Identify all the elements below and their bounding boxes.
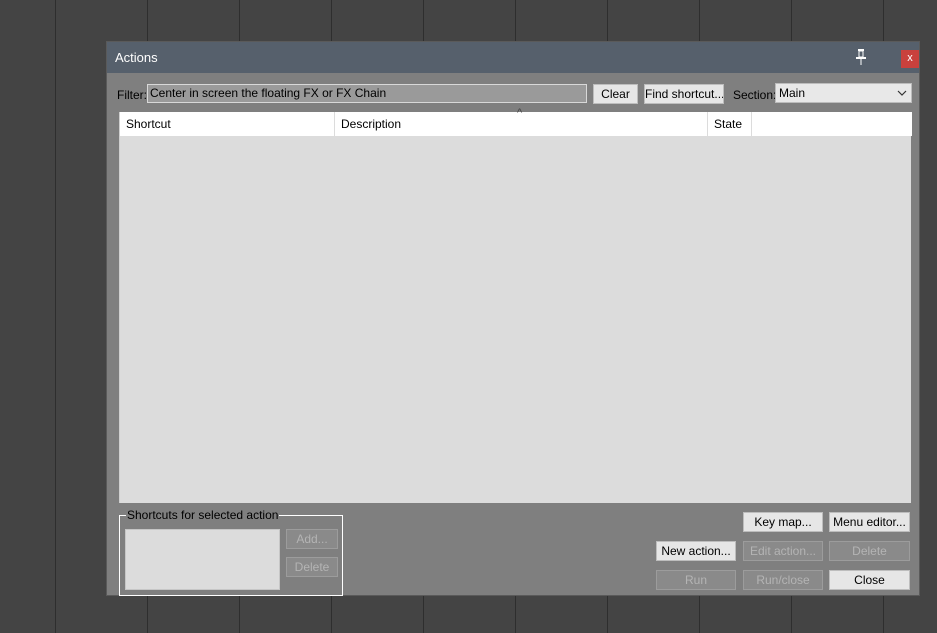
section-select[interactable]: Main: [775, 83, 912, 103]
add-shortcut-button[interactable]: Add...: [286, 529, 338, 549]
section-label: Section:: [733, 88, 777, 102]
column-header-shortcut[interactable]: Shortcut: [120, 112, 335, 136]
chevron-down-icon: [897, 85, 907, 106]
section-value: Main: [779, 86, 806, 100]
column-header-extra[interactable]: [752, 112, 912, 136]
filter-label: Filter:: [117, 88, 147, 102]
sort-indicator-icon: ^: [517, 107, 523, 119]
background-grid-line: [55, 0, 56, 633]
run-close-button[interactable]: Run/close: [743, 570, 823, 590]
column-header-state[interactable]: State: [708, 112, 752, 136]
close-button[interactable]: Close: [829, 570, 910, 590]
edit-action-button[interactable]: Edit action...: [743, 541, 823, 561]
window-title: Actions: [115, 50, 158, 65]
pin-icon[interactable]: [854, 46, 868, 68]
clear-button[interactable]: Clear: [593, 84, 638, 104]
actions-dialog: Actions x Filter: Center in screen the f…: [106, 41, 920, 596]
shortcuts-group-label: Shortcuts for selected action: [126, 508, 280, 522]
find-shortcut-button[interactable]: Find shortcut...: [644, 84, 724, 104]
shortcut-list[interactable]: [125, 529, 280, 590]
menu-editor-button[interactable]: Menu editor...: [829, 512, 910, 532]
run-button[interactable]: Run: [656, 570, 736, 590]
key-map-button[interactable]: Key map...: [743, 512, 823, 532]
list-header: Shortcut Description State ^: [120, 107, 912, 136]
delete-action-button[interactable]: Delete: [829, 541, 910, 561]
filter-input[interactable]: Center in screen the floating FX or FX C…: [147, 84, 587, 103]
actions-list[interactable]: Shortcut Description State ^: [119, 107, 912, 503]
close-icon[interactable]: x: [901, 50, 919, 68]
new-action-button[interactable]: New action...: [656, 541, 736, 561]
delete-shortcut-button[interactable]: Delete: [286, 557, 338, 577]
shortcuts-group: Shortcuts for selected action Add... Del…: [119, 508, 343, 596]
title-bar[interactable]: Actions x: [107, 42, 919, 73]
